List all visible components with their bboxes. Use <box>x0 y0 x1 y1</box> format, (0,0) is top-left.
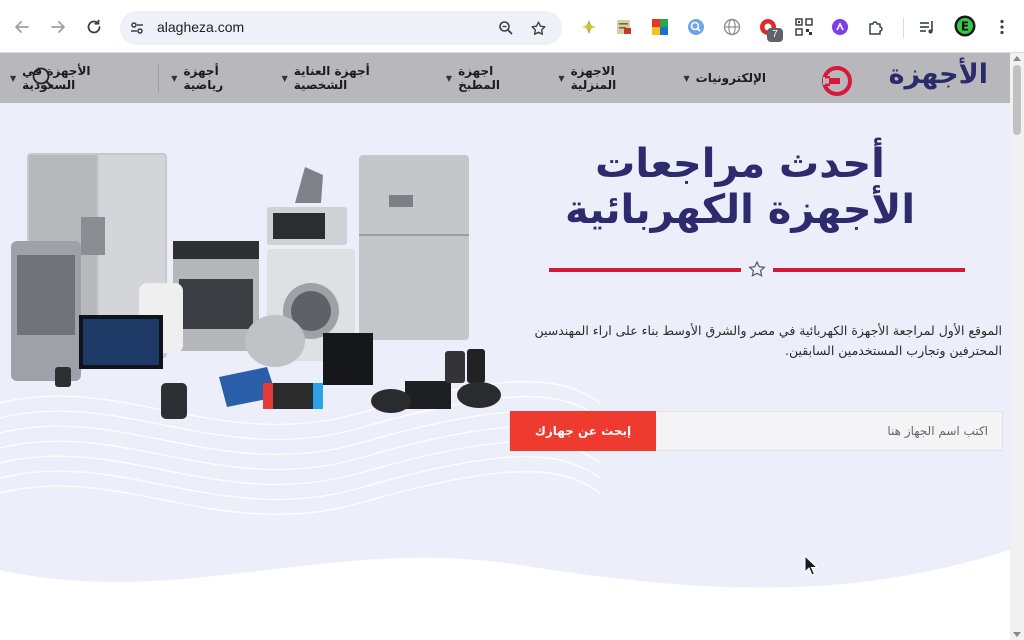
nav-item-saudi[interactable]: الأجهزة في السعودية ▼ <box>0 64 156 92</box>
nav-item-label: أجهزة العناية الشخصية <box>293 64 370 92</box>
extension-badge: 7 <box>767 28 783 42</box>
nav-item-label: الاجهزة المنزلية <box>570 64 617 92</box>
extension-diamond-icon[interactable] <box>580 18 598 36</box>
zoom-icon[interactable] <box>497 19 515 37</box>
nav-item-kitchen-appliances[interactable]: اجهزة المطبخ ▼ <box>436 64 549 92</box>
nav-item-label: اجهزة المطبخ <box>458 64 500 92</box>
chevron-down-icon: ▼ <box>281 73 288 83</box>
extension-notes-icon[interactable] <box>615 18 633 36</box>
chevron-down-icon: ▼ <box>171 73 178 83</box>
svg-text:E: E <box>961 20 969 34</box>
back-icon[interactable] <box>9 14 35 40</box>
mouse-cursor-icon <box>804 555 818 576</box>
forward-icon[interactable] <box>45 14 71 40</box>
scroll-up-arrow-icon[interactable] <box>1013 56 1021 61</box>
chevron-down-icon: ▼ <box>10 73 17 83</box>
extension-search-icon[interactable] <box>687 18 705 36</box>
reload-icon[interactable] <box>81 14 107 40</box>
page-scrollbar[interactable] <box>1010 53 1024 640</box>
media-controls-icon[interactable] <box>918 18 936 36</box>
title-divider <box>549 260 965 277</box>
nav-item-sports[interactable]: أجهزة رياضية ▼ <box>161 64 271 92</box>
site-header: الأجهزة الإلكترونيات ▼ الاجهزة المنزلية … <box>0 53 1010 103</box>
toolbar-divider <box>903 18 904 38</box>
appliances-illustration <box>11 153 501 419</box>
device-search-form: إبحث عن جهازك <box>509 411 1003 451</box>
hero-wave-divider <box>0 550 1010 640</box>
chevron-down-icon: ▼ <box>445 73 453 83</box>
nav-item-label: أجهزة رياضية <box>183 64 224 92</box>
nav-item-label: الإلكترونيات <box>695 71 766 85</box>
extension-qr-icon[interactable] <box>795 18 813 36</box>
extension-globe-icon[interactable] <box>723 18 741 36</box>
scrollbar-thumb[interactable] <box>1013 65 1021 135</box>
nav-item-electronics[interactable]: الإلكترونيات ▼ <box>674 71 776 85</box>
extension-purple-icon[interactable] <box>831 18 849 36</box>
main-menu: الإلكترونيات ▼ الاجهزة المنزلية ▼ اجهزة … <box>0 53 776 103</box>
nav-item-personal-care[interactable]: أجهزة العناية الشخصية ▼ <box>272 64 436 92</box>
hero-section: أحدث مراجعات الأجهزة الكهربائية الموقع ا… <box>0 103 1010 640</box>
bookmark-star-icon[interactable] <box>529 19 547 37</box>
scroll-down-arrow-icon[interactable] <box>1013 632 1021 637</box>
browser-toolbar: alagheza.com 7 E <box>0 0 1024 53</box>
plug-icon <box>822 66 852 96</box>
menu-divider <box>158 64 160 92</box>
site-info-icon[interactable] <box>128 19 146 37</box>
chevron-down-icon: ▼ <box>683 73 690 83</box>
hero-description: الموقع الأول لمراجعة الأجهزة الكهربائية … <box>534 323 1002 358</box>
more-menu-icon[interactable] <box>993 18 1011 36</box>
url-text[interactable]: alagheza.com <box>157 19 244 35</box>
chevron-down-icon: ▼ <box>558 73 565 83</box>
extension-color-icon[interactable] <box>651 18 669 36</box>
device-search-input[interactable] <box>654 412 1002 450</box>
search-device-button[interactable]: إبحث عن جهازك <box>510 411 656 451</box>
address-bar[interactable]: alagheza.com <box>120 11 562 45</box>
logo-text: الأجهزة <box>888 59 988 90</box>
hero-title: أحدث مراجعات الأجهزة الكهربائية <box>564 141 916 233</box>
nav-item-home-appliances[interactable]: الاجهزة المنزلية ▼ <box>548 64 673 92</box>
profile-avatar-icon[interactable]: E <box>954 15 976 37</box>
search-icon[interactable] <box>30 65 56 91</box>
site-logo[interactable]: الأجهزة <box>820 59 988 97</box>
extensions-puzzle-icon[interactable] <box>867 18 885 36</box>
